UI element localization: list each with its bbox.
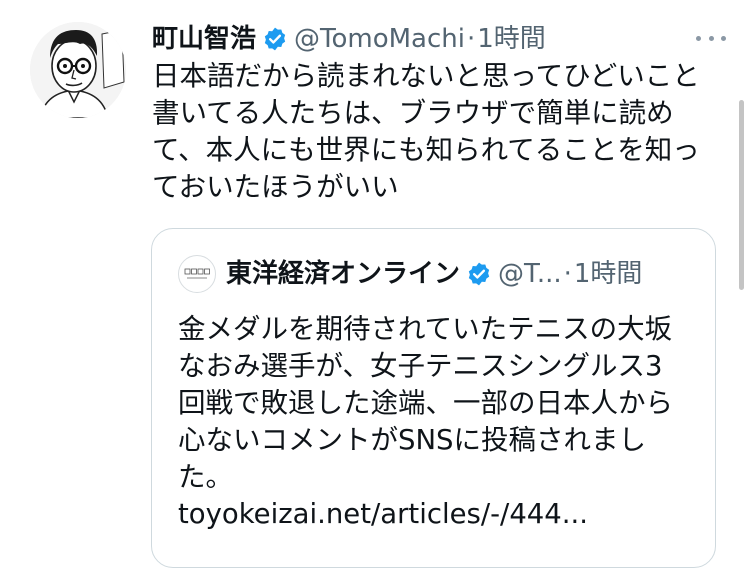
tweet-header: 町山智浩 @TomoMachi · 1時間 [152, 20, 724, 58]
more-dots-icon[interactable] [696, 26, 726, 50]
tweet-text: 日本語だから読まれないと思ってひどいこと 書いてる人たちは、ブラウザで簡単に読め… [152, 58, 732, 206]
toyokeizai-logo-icon [184, 268, 210, 279]
quoted-author-avatar[interactable] [178, 255, 216, 293]
tweet-text-line: ておいたほうがいい [152, 171, 399, 203]
quoted-author-handle[interactable]: @T... [498, 255, 562, 293]
verified-badge-icon [262, 26, 288, 52]
quoted-text-line: なおみ選手が、女子テニスシングルス3 [178, 350, 663, 382]
quoted-text-line: 回戦で敗退した途端、一部の日本人から [178, 387, 673, 419]
author-avatar[interactable] [30, 22, 126, 118]
avatar-illustration [30, 22, 126, 118]
tweet-text-line: 書いてる人たちは、ブラウザで簡単に読め [152, 97, 674, 129]
tweet-timestamp[interactable]: 1時間 [477, 20, 546, 58]
author-handle[interactable]: @TomoMachi [294, 20, 465, 58]
article-link[interactable]: toyokeizai.net/articles/-/444... [178, 498, 588, 530]
separator-dot: · [563, 259, 572, 289]
quoted-author-name[interactable]: 東洋経済オンライン [226, 255, 460, 293]
quoted-text-line: た。 [178, 461, 233, 493]
author-name[interactable]: 町山智浩 [152, 20, 256, 58]
tweet-text-line: て、本人にも世界にも知られてることを知っ [152, 134, 700, 166]
quoted-text-line: 心ないコメントがSNSに投稿されまし [178, 424, 646, 456]
quoted-tweet-header: 東洋経済オンライン @T... · 1時間 [178, 255, 689, 293]
separator-dot: · [466, 24, 476, 54]
tweet-text-line: 日本語だから読まれないと思ってひどいこと [152, 60, 700, 92]
quoted-text-line: 金メダルを期待されていたテニスの大坂 [178, 313, 673, 345]
verified-badge-icon [466, 261, 492, 287]
quoted-tweet-timestamp[interactable]: 1時間 [574, 255, 643, 293]
quoted-tweet-card[interactable]: 東洋経済オンライン @T... · 1時間 金メダルを期待されていたテニスの大坂… [151, 228, 716, 568]
scrollbar[interactable] [739, 100, 744, 290]
quoted-tweet-text: 金メダルを期待されていたテニスの大坂 なおみ選手が、女子テニスシングルス3 回戦… [178, 311, 698, 533]
